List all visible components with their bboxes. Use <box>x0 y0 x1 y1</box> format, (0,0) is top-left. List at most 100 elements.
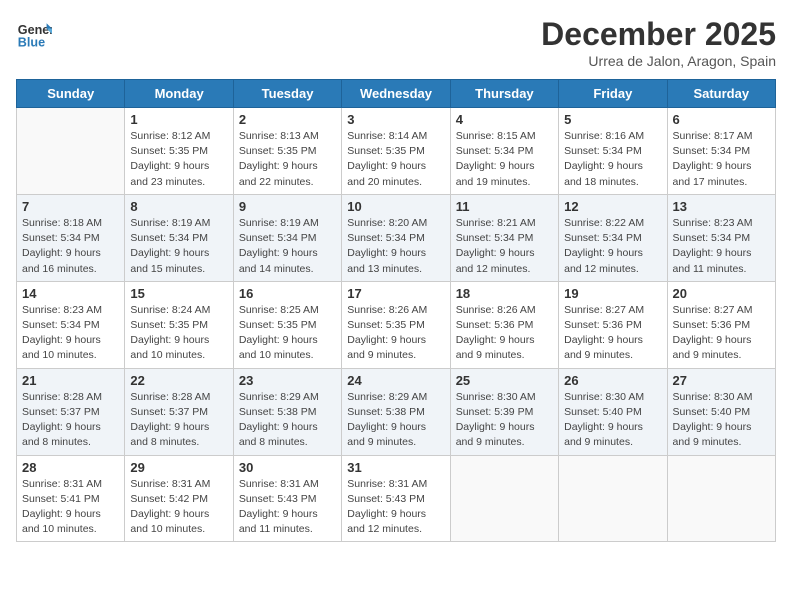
day-number: 23 <box>239 373 336 388</box>
calendar-day-cell: 13 Sunrise: 8:23 AM Sunset: 5:34 PM Dayli… <box>667 194 775 281</box>
day-number: 5 <box>564 112 661 127</box>
calendar-day-cell: 11Sunrise: 8:21 AM Sunset: 5:34 PM Dayli… <box>450 194 558 281</box>
calendar-day-cell <box>17 108 125 195</box>
day-info: Sunrise: 8:29 AM Sunset: 5:38 PM Dayligh… <box>347 390 444 451</box>
calendar-day-cell: 9Sunrise: 8:19 AM Sunset: 5:34 PM Daylig… <box>233 194 341 281</box>
calendar-day-cell: 27 Sunrise: 8:30 AM Sunset: 5:40 PM Dayli… <box>667 368 775 455</box>
calendar-day-cell: 31Sunrise: 8:31 AM Sunset: 5:43 PM Dayli… <box>342 455 450 542</box>
calendar-day-cell: 15 Sunrise: 8:24 AM Sunset: 5:35 PM Dayli… <box>125 281 233 368</box>
day-info: Sunrise: 8:23 AM Sunset: 5:34 PM Dayligh… <box>22 303 119 364</box>
calendar-day-cell: 24 Sunrise: 8:29 AM Sunset: 5:38 PM Dayli… <box>342 368 450 455</box>
calendar-day-cell <box>559 455 667 542</box>
calendar-table: SundayMondayTuesdayWednesdayThursdayFrid… <box>16 79 776 542</box>
day-info: Sunrise: 8:28 AM Sunset: 5:37 PM Dayligh… <box>22 390 119 451</box>
weekday-header-cell: Wednesday <box>342 80 450 108</box>
day-info: Sunrise: 8:19 AM Sunset: 5:34 PM Dayligh… <box>130 216 227 277</box>
calendar-week-row: 14 Sunrise: 8:23 AM Sunset: 5:34 PM Dayli… <box>17 281 776 368</box>
day-number: 6 <box>673 112 770 127</box>
weekday-header-cell: Sunday <box>17 80 125 108</box>
day-number: 7 <box>22 199 119 214</box>
day-info: Sunrise: 8:15 AM Sunset: 5:34 PM Dayligh… <box>456 129 553 190</box>
calendar-day-cell: 10 Sunrise: 8:20 AM Sunset: 5:34 PM Dayli… <box>342 194 450 281</box>
day-info: Sunrise: 8:17 AM Sunset: 5:34 PM Dayligh… <box>673 129 770 190</box>
day-info: Sunrise: 8:27 AM Sunset: 5:36 PM Dayligh… <box>673 303 770 364</box>
calendar-day-cell: 20 Sunrise: 8:27 AM Sunset: 5:36 PM Dayli… <box>667 281 775 368</box>
calendar-day-cell: 1Sunrise: 8:12 AM Sunset: 5:35 PM Daylig… <box>125 108 233 195</box>
day-number: 4 <box>456 112 553 127</box>
day-number: 29 <box>130 460 227 475</box>
day-number: 12 <box>564 199 661 214</box>
calendar-day-cell <box>667 455 775 542</box>
calendar-day-cell: 30Sunrise: 8:31 AM Sunset: 5:43 PM Dayli… <box>233 455 341 542</box>
day-info: Sunrise: 8:16 AM Sunset: 5:34 PM Dayligh… <box>564 129 661 190</box>
calendar-day-cell: 12 Sunrise: 8:22 AM Sunset: 5:34 PM Dayli… <box>559 194 667 281</box>
calendar-day-cell: 8Sunrise: 8:19 AM Sunset: 5:34 PM Daylig… <box>125 194 233 281</box>
weekday-header-cell: Friday <box>559 80 667 108</box>
day-number: 21 <box>22 373 119 388</box>
day-number: 14 <box>22 286 119 301</box>
day-number: 17 <box>347 286 444 301</box>
day-number: 15 <box>130 286 227 301</box>
calendar-day-cell: 4 Sunrise: 8:15 AM Sunset: 5:34 PM Daylig… <box>450 108 558 195</box>
day-number: 28 <box>22 460 119 475</box>
day-info: Sunrise: 8:29 AM Sunset: 5:38 PM Dayligh… <box>239 390 336 451</box>
day-info: Sunrise: 8:30 AM Sunset: 5:40 PM Dayligh… <box>673 390 770 451</box>
day-info: Sunrise: 8:31 AM Sunset: 5:42 PM Dayligh… <box>130 477 227 538</box>
day-number: 19 <box>564 286 661 301</box>
day-number: 18 <box>456 286 553 301</box>
logo-icon: General Blue <box>16 16 52 52</box>
calendar-day-cell: 17Sunrise: 8:26 AM Sunset: 5:35 PM Dayli… <box>342 281 450 368</box>
calendar-day-cell: 23 Sunrise: 8:29 AM Sunset: 5:38 PM Dayli… <box>233 368 341 455</box>
month-year-title: December 2025 <box>541 16 776 53</box>
day-number: 11 <box>456 199 553 214</box>
day-info: Sunrise: 8:26 AM Sunset: 5:36 PM Dayligh… <box>456 303 553 364</box>
calendar-day-cell: 26 Sunrise: 8:30 AM Sunset: 5:40 PM Dayli… <box>559 368 667 455</box>
calendar-day-cell: 3 Sunrise: 8:14 AM Sunset: 5:35 PM Daylig… <box>342 108 450 195</box>
day-info: Sunrise: 8:22 AM Sunset: 5:34 PM Dayligh… <box>564 216 661 277</box>
day-number: 9 <box>239 199 336 214</box>
day-number: 27 <box>673 373 770 388</box>
day-info: Sunrise: 8:30 AM Sunset: 5:40 PM Dayligh… <box>564 390 661 451</box>
day-info: Sunrise: 8:20 AM Sunset: 5:34 PM Dayligh… <box>347 216 444 277</box>
location-subtitle: Urrea de Jalon, Aragon, Spain <box>541 53 776 69</box>
day-number: 24 <box>347 373 444 388</box>
page-header: General Blue December 2025 Urrea de Jalo… <box>16 16 776 69</box>
calendar-day-cell: 6 Sunrise: 8:17 AM Sunset: 5:34 PM Daylig… <box>667 108 775 195</box>
calendar-day-cell: 16Sunrise: 8:25 AM Sunset: 5:35 PM Dayli… <box>233 281 341 368</box>
day-number: 31 <box>347 460 444 475</box>
day-number: 22 <box>130 373 227 388</box>
calendar-day-cell: 28 Sunrise: 8:31 AM Sunset: 5:41 PM Dayli… <box>17 455 125 542</box>
calendar-week-row: 21 Sunrise: 8:28 AM Sunset: 5:37 PM Dayli… <box>17 368 776 455</box>
calendar-week-row: 1Sunrise: 8:12 AM Sunset: 5:35 PM Daylig… <box>17 108 776 195</box>
calendar-week-row: 7 Sunrise: 8:18 AM Sunset: 5:34 PM Daylig… <box>17 194 776 281</box>
weekday-header-cell: Thursday <box>450 80 558 108</box>
day-info: Sunrise: 8:30 AM Sunset: 5:39 PM Dayligh… <box>456 390 553 451</box>
weekday-header-cell: Monday <box>125 80 233 108</box>
calendar-day-cell: 2Sunrise: 8:13 AM Sunset: 5:35 PM Daylig… <box>233 108 341 195</box>
day-info: Sunrise: 8:31 AM Sunset: 5:41 PM Dayligh… <box>22 477 119 538</box>
calendar-body: 1Sunrise: 8:12 AM Sunset: 5:35 PM Daylig… <box>17 108 776 542</box>
calendar-day-cell: 25 Sunrise: 8:30 AM Sunset: 5:39 PM Dayli… <box>450 368 558 455</box>
calendar-day-cell: 22 Sunrise: 8:28 AM Sunset: 5:37 PM Dayli… <box>125 368 233 455</box>
day-number: 20 <box>673 286 770 301</box>
day-info: Sunrise: 8:24 AM Sunset: 5:35 PM Dayligh… <box>130 303 227 364</box>
day-number: 3 <box>347 112 444 127</box>
day-info: Sunrise: 8:28 AM Sunset: 5:37 PM Dayligh… <box>130 390 227 451</box>
day-number: 25 <box>456 373 553 388</box>
day-info: Sunrise: 8:12 AM Sunset: 5:35 PM Dayligh… <box>130 129 227 190</box>
weekday-header-cell: Tuesday <box>233 80 341 108</box>
calendar-day-cell: 29 Sunrise: 8:31 AM Sunset: 5:42 PM Dayli… <box>125 455 233 542</box>
logo: General Blue <box>16 16 52 52</box>
day-info: Sunrise: 8:14 AM Sunset: 5:35 PM Dayligh… <box>347 129 444 190</box>
day-info: Sunrise: 8:25 AM Sunset: 5:35 PM Dayligh… <box>239 303 336 364</box>
day-info: Sunrise: 8:23 AM Sunset: 5:34 PM Dayligh… <box>673 216 770 277</box>
day-number: 26 <box>564 373 661 388</box>
day-info: Sunrise: 8:27 AM Sunset: 5:36 PM Dayligh… <box>564 303 661 364</box>
calendar-day-cell: 19 Sunrise: 8:27 AM Sunset: 5:36 PM Dayli… <box>559 281 667 368</box>
calendar-day-cell <box>450 455 558 542</box>
day-number: 13 <box>673 199 770 214</box>
day-number: 10 <box>347 199 444 214</box>
day-number: 2 <box>239 112 336 127</box>
weekday-header-cell: Saturday <box>667 80 775 108</box>
day-info: Sunrise: 8:18 AM Sunset: 5:34 PM Dayligh… <box>22 216 119 277</box>
